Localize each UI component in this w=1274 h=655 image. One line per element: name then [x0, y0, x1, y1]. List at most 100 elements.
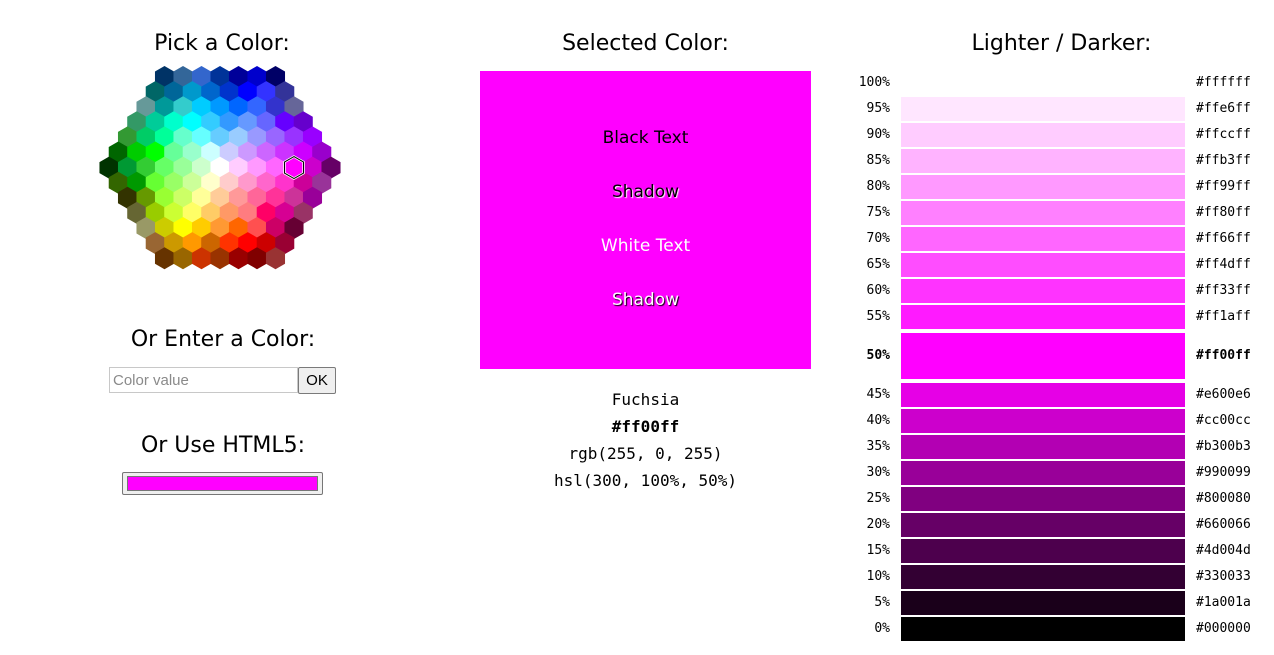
shade-row[interactable]: 90% #ffccff — [840, 123, 1274, 147]
shade-row[interactable]: 60% #ff33ff — [840, 279, 1274, 303]
shade-row[interactable]: 25% #800080 — [840, 487, 1274, 511]
shade-percent: 65% — [866, 257, 890, 272]
shade-swatch[interactable] — [901, 539, 1185, 563]
shade-hex: #ff99ff — [1196, 179, 1251, 194]
shade-hex: #ffe6ff — [1196, 101, 1251, 116]
color-hex: #ff00ff — [611, 417, 680, 436]
shade-row[interactable]: 5% #1a001a — [840, 591, 1274, 615]
shade-row[interactable]: 30% #990099 — [840, 461, 1274, 485]
shade-swatch[interactable] — [901, 97, 1185, 121]
shade-hex: #ffb3ff — [1196, 153, 1251, 168]
shade-swatch[interactable] — [901, 227, 1185, 251]
pick-color-heading: Pick a Color: — [154, 31, 290, 56]
black-shadow-sample: Shadow — [611, 182, 680, 202]
shade-percent: 45% — [866, 387, 890, 402]
shade-percent: 35% — [866, 439, 890, 454]
shade-percent: 70% — [866, 231, 890, 246]
ok-button[interactable]: OK — [298, 367, 336, 394]
shade-row[interactable]: 55% #ff1aff — [840, 305, 1274, 329]
shade-row[interactable]: 70% #ff66ff — [840, 227, 1274, 251]
shade-swatch[interactable] — [901, 71, 1185, 95]
shade-row[interactable]: 45% #e600e6 — [840, 383, 1274, 407]
html5-color-heading: Or Use HTML5: — [140, 433, 306, 458]
shade-percent: 55% — [866, 309, 890, 324]
shade-swatch[interactable] — [901, 123, 1185, 147]
shade-percent: 100% — [858, 75, 890, 90]
shade-row[interactable]: 0% #000000 — [840, 617, 1274, 641]
white-text-sample: White Text — [600, 236, 691, 256]
shade-swatch[interactable] — [901, 383, 1185, 407]
shade-percent: 25% — [866, 491, 890, 506]
shade-swatch[interactable] — [901, 253, 1185, 277]
shade-swatch[interactable] — [901, 175, 1185, 199]
shade-hex: #ff33ff — [1196, 283, 1251, 298]
shade-hex: #ff1aff — [1196, 309, 1251, 324]
shade-percent: 30% — [866, 465, 890, 480]
shade-row[interactable]: 40% #cc00cc — [840, 409, 1274, 433]
shade-swatch[interactable] — [901, 565, 1185, 589]
selected-color-swatch: Black Text Shadow White Text Shadow — [480, 71, 811, 369]
shade-percent: 60% — [866, 283, 890, 298]
shade-percent: 90% — [866, 127, 890, 142]
shade-hex: #800080 — [1196, 491, 1251, 506]
shade-swatch[interactable] — [901, 149, 1185, 173]
shade-swatch[interactable] — [901, 513, 1185, 537]
shade-percent: 75% — [866, 205, 890, 220]
shade-percent: 85% — [866, 153, 890, 168]
shade-hex: #4d004d — [1196, 543, 1251, 558]
shade-percent: 10% — [866, 569, 890, 584]
shade-row[interactable]: 95% #ffe6ff — [840, 97, 1274, 121]
shade-hex: #990099 — [1196, 465, 1251, 480]
black-text-sample: Black Text — [602, 128, 689, 148]
shade-hex: #330033 — [1196, 569, 1251, 584]
shade-hex: #000000 — [1196, 621, 1251, 636]
shade-swatch[interactable] — [901, 305, 1185, 329]
shade-percent: 95% — [866, 101, 890, 116]
shade-hex: #ff66ff — [1196, 231, 1251, 246]
shade-swatch[interactable] — [901, 279, 1185, 303]
shade-row[interactable]: 75% #ff80ff — [840, 201, 1274, 225]
shade-percent: 40% — [866, 413, 890, 428]
shade-row[interactable]: 80% #ff99ff — [840, 175, 1274, 199]
shade-swatch[interactable] — [901, 461, 1185, 485]
white-shadow-sample: Shadow — [611, 290, 680, 310]
shade-hex: #e600e6 — [1196, 387, 1251, 402]
shade-hex: #ffccff — [1196, 127, 1251, 142]
shade-hex: #660066 — [1196, 517, 1251, 532]
shade-hex: #ff80ff — [1196, 205, 1251, 220]
shade-row[interactable]: 50% #ff00ff — [840, 333, 1274, 379]
shade-hex: #ff4dff — [1196, 257, 1251, 272]
shade-row[interactable]: 10% #330033 — [840, 565, 1274, 589]
shade-row[interactable]: 15% #4d004d — [840, 539, 1274, 563]
color-hexagon-map[interactable] — [96, 62, 344, 274]
shade-swatch[interactable] — [901, 435, 1185, 459]
shade-percent: 80% — [866, 179, 890, 194]
shade-percent: 0% — [874, 621, 890, 636]
shade-row[interactable]: 65% #ff4dff — [840, 253, 1274, 277]
html5-color-swatch — [127, 476, 318, 491]
shade-percent: 50% — [866, 348, 890, 363]
shade-swatch[interactable] — [901, 201, 1185, 225]
html5-color-input[interactable] — [122, 472, 323, 495]
shade-row[interactable]: 35% #b300b3 — [840, 435, 1274, 459]
shade-hex: #ff00ff — [1196, 348, 1251, 363]
shade-hex: #b300b3 — [1196, 439, 1251, 454]
shade-swatch[interactable] — [901, 409, 1185, 433]
color-rgb: rgb(255, 0, 255) — [568, 444, 723, 463]
shade-row[interactable]: 100% #ffffff — [840, 71, 1274, 95]
shade-percent: 15% — [866, 543, 890, 558]
shade-hex: #1a001a — [1196, 595, 1251, 610]
shade-swatch[interactable] — [901, 487, 1185, 511]
shade-hex: #cc00cc — [1196, 413, 1251, 428]
shade-swatch[interactable] — [901, 333, 1185, 379]
shade-row[interactable]: 20% #660066 — [840, 513, 1274, 537]
shade-swatch[interactable] — [901, 591, 1185, 615]
color-hsl: hsl(300, 100%, 50%) — [553, 471, 738, 490]
shade-percent: 5% — [874, 595, 890, 610]
enter-color-heading: Or Enter a Color: — [130, 327, 316, 352]
shade-swatch[interactable] — [901, 617, 1185, 641]
selected-color-heading: Selected Color: — [562, 31, 729, 56]
shade-row[interactable]: 85% #ffb3ff — [840, 149, 1274, 173]
color-value-input[interactable] — [109, 367, 298, 393]
color-name: Fuchsia — [611, 390, 680, 409]
